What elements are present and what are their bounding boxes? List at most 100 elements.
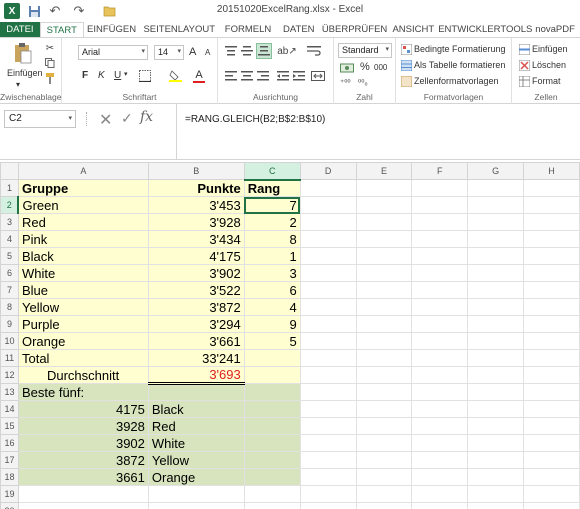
cell-f19[interactable] — [411, 485, 469, 503]
cell-g14[interactable] — [467, 400, 525, 418]
tab-datei[interactable]: DATEI — [0, 22, 40, 37]
cell-d7[interactable] — [299, 281, 357, 299]
cell-f18[interactable] — [411, 468, 469, 486]
tab-einfuegen[interactable]: EINFÜGEN — [84, 22, 140, 37]
cell-h5[interactable] — [523, 247, 580, 265]
cell-d14[interactable] — [299, 400, 357, 418]
cell-g12[interactable] — [467, 366, 525, 384]
cell-a7[interactable]: Blue — [17, 281, 149, 299]
bold-button[interactable]: F — [82, 70, 88, 81]
cell-h16[interactable] — [523, 434, 580, 452]
cell-a6[interactable]: White — [17, 264, 149, 282]
cell-a3[interactable]: Red — [17, 213, 149, 231]
cancel-icon[interactable]: ✕ — [99, 110, 112, 130]
cell-b19[interactable] — [147, 485, 245, 503]
tab-ansicht[interactable]: ANSICHT — [388, 22, 438, 37]
cell-c11[interactable] — [243, 349, 301, 367]
cell-d13[interactable] — [299, 383, 357, 401]
cell-e17[interactable] — [355, 451, 413, 469]
cell-h6[interactable] — [523, 264, 580, 282]
cell-g4[interactable] — [467, 230, 525, 248]
cell-h15[interactable] — [523, 417, 580, 435]
font-color-icon[interactable]: A — [192, 68, 206, 82]
cell-a2[interactable]: Green — [17, 196, 149, 214]
cell-d16[interactable] — [299, 434, 357, 452]
cell-a9[interactable]: Purple — [17, 315, 149, 333]
row-header-1[interactable]: 1 — [0, 179, 19, 197]
cell-f7[interactable] — [411, 281, 469, 299]
conditional-formatting-button[interactable]: Bedingte Formatierung — [414, 44, 506, 54]
italic-button[interactable]: K — [98, 70, 105, 81]
cell-b7[interactable]: 3'522 — [147, 281, 245, 299]
cell-h2[interactable] — [523, 196, 580, 214]
cell-b9[interactable]: 3'294 — [147, 315, 245, 333]
cell-e8[interactable] — [355, 298, 413, 316]
insert-function-icon[interactable]: fx — [140, 109, 153, 125]
row-header-6[interactable]: 6 — [0, 264, 19, 282]
cell-b10[interactable]: 3'661 — [147, 332, 245, 350]
cell-a20[interactable] — [17, 502, 149, 509]
cell-d18[interactable] — [299, 468, 357, 486]
cell-c6[interactable]: 3 — [243, 264, 301, 282]
cell-a4[interactable]: Pink — [17, 230, 149, 248]
cell-c19[interactable] — [243, 485, 301, 503]
cell-b13[interactable] — [147, 383, 245, 401]
cell-h4[interactable] — [523, 230, 580, 248]
cell-e11[interactable] — [355, 349, 413, 367]
paste-dropdown-icon[interactable]: ▾ — [16, 80, 20, 89]
cell-h12[interactable] — [523, 366, 580, 384]
cell-h19[interactable] — [523, 485, 580, 503]
cell-a17[interactable]: 3872 — [17, 451, 149, 469]
column-header-f[interactable]: F — [411, 162, 469, 180]
cell-b1[interactable]: Punkte — [147, 179, 245, 197]
cell-c3[interactable]: 2 — [243, 213, 301, 231]
tab-start[interactable]: START — [39, 22, 84, 37]
row-header-20[interactable]: 20 — [0, 502, 19, 509]
cell-f12[interactable] — [411, 366, 469, 384]
cell-d3[interactable] — [299, 213, 357, 231]
cell-c17[interactable] — [243, 451, 301, 469]
cell-d17[interactable] — [299, 451, 357, 469]
orientation-icon[interactable]: ab↗ — [277, 44, 297, 58]
format-cells-icon[interactable] — [518, 75, 530, 87]
cell-a13[interactable]: Beste fünf: — [17, 383, 149, 401]
cut-icon[interactable]: ✂ — [44, 42, 56, 54]
increase-indent-icon[interactable] — [292, 69, 306, 83]
increase-decimal-button[interactable]: ⁺⁰⁰ — [340, 78, 351, 87]
cell-e19[interactable] — [355, 485, 413, 503]
cell-b18[interactable]: Orange — [147, 468, 245, 486]
grow-font-button[interactable]: A — [189, 46, 196, 58]
cell-h18[interactable] — [523, 468, 580, 486]
cell-c10[interactable]: 5 — [243, 332, 301, 350]
format-as-table-icon[interactable] — [400, 59, 412, 71]
cell-e20[interactable] — [355, 502, 413, 509]
row-header-7[interactable]: 7 — [0, 281, 19, 299]
cell-b3[interactable]: 3'928 — [147, 213, 245, 231]
cell-d1[interactable] — [299, 179, 357, 197]
decrease-decimal-button[interactable]: ⁰⁰₀ — [358, 78, 368, 87]
thousands-button[interactable]: 000 — [374, 63, 387, 72]
row-header-4[interactable]: 4 — [0, 230, 19, 248]
cell-f6[interactable] — [411, 264, 469, 282]
shrink-font-button[interactable]: A — [205, 48, 210, 57]
cell-g17[interactable] — [467, 451, 525, 469]
cell-h11[interactable] — [523, 349, 580, 367]
cell-c2[interactable]: 7 — [243, 196, 301, 214]
row-header-9[interactable]: 9 — [0, 315, 19, 333]
cell-c18[interactable] — [243, 468, 301, 486]
format-painter-icon[interactable] — [44, 72, 56, 84]
cell-g15[interactable] — [467, 417, 525, 435]
row-header-17[interactable]: 17 — [0, 451, 19, 469]
cell-b20[interactable] — [147, 502, 245, 509]
row-header-2[interactable]: 2 — [0, 196, 20, 214]
cell-d19[interactable] — [299, 485, 357, 503]
row-header-19[interactable]: 19 — [0, 485, 19, 503]
column-header-c[interactable]: C — [243, 162, 301, 181]
underline-button[interactable]: U — [114, 70, 121, 81]
cell-f20[interactable] — [411, 502, 469, 509]
number-format-select[interactable]: Standard ▾ — [338, 43, 392, 58]
cell-c8[interactable]: 4 — [243, 298, 301, 316]
cell-h3[interactable] — [523, 213, 580, 231]
cell-g2[interactable] — [467, 196, 525, 214]
cell-g8[interactable] — [467, 298, 525, 316]
